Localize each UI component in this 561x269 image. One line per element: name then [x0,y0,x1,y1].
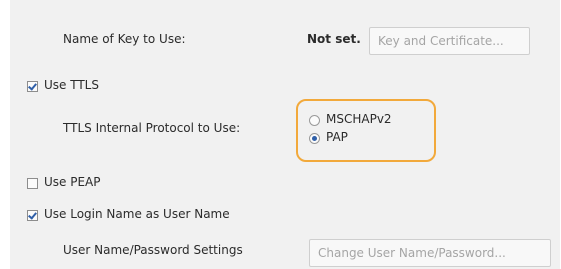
mschapv2-label[interactable]: MSCHAPv2 [326,112,392,126]
use-peap-checkbox[interactable] [27,178,38,189]
pap-label[interactable]: PAP [326,130,348,144]
ttls-protocol-label: TTLS Internal Protocol to Use: [63,121,241,135]
use-login-name-checkbox[interactable] [27,210,38,221]
key-and-certificate-button[interactable]: Key and Certificate... [369,27,530,55]
mschapv2-radio[interactable] [309,115,320,126]
key-name-label: Name of Key to Use: [63,32,186,46]
use-ttls-label[interactable]: Use TTLS [44,78,99,92]
key-status-value: Not set. [307,32,361,46]
pap-radio[interactable] [309,133,320,144]
change-credentials-button[interactable]: Change User Name/Password... [309,239,551,267]
protocol-highlight [296,99,436,162]
use-peap-label[interactable]: Use PEAP [44,175,101,189]
credentials-label: User Name/Password Settings [63,243,243,257]
use-ttls-checkbox[interactable] [27,81,38,92]
use-login-name-label[interactable]: Use Login Name as User Name [44,207,230,221]
settings-panel: Name of Key to Use: Not set. Key and Cer… [10,0,560,269]
